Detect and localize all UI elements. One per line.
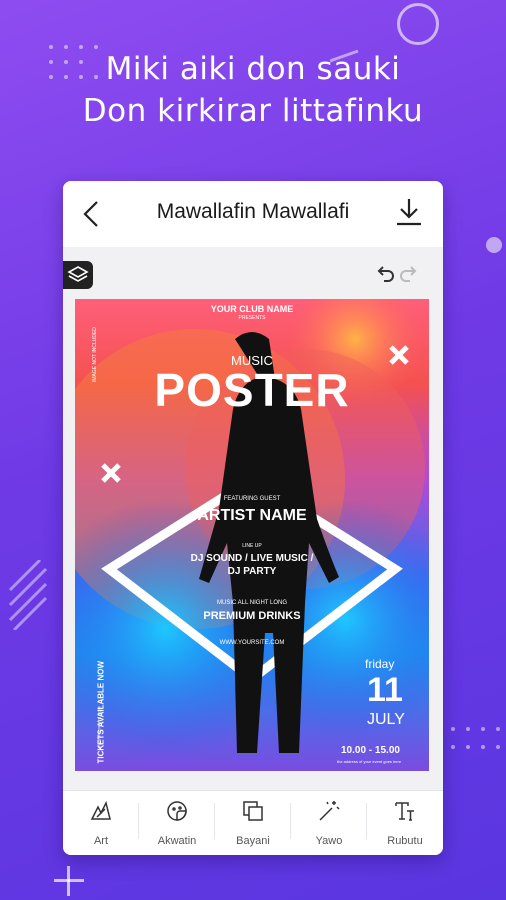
- tool-akwatin-label: Akwatin: [157, 835, 197, 847]
- undo-icon: [377, 266, 394, 282]
- poster-site: WWW.YOURSITE.COM: [219, 640, 285, 646]
- poster-tickets-site: WWW.YOURSITE.COM: [96, 706, 102, 750]
- poster-image-note: IMAGE NOT INCLUDED: [92, 327, 98, 382]
- text-icon: [395, 802, 414, 821]
- decor-dot: [486, 237, 502, 253]
- layers-button[interactable]: [63, 261, 93, 289]
- poster-time: 10.00 - 15.00: [341, 745, 400, 756]
- tool-bayani[interactable]: Bayani: [215, 791, 291, 855]
- layers-square-icon: [243, 801, 263, 821]
- poster-canvas[interactable]: YOUR CLUB NAME PRESENTS MUSIC POSTER FEA…: [75, 299, 429, 771]
- redo-icon: [400, 266, 417, 282]
- bottom-toolbar: Art Akwatin Bayani Yawo Rubutu: [63, 790, 443, 855]
- tool-rubutu-label: Rubutu: [387, 835, 423, 847]
- page-title: Mawallafin Mawallafi: [156, 200, 350, 223]
- poster-presents: PRESENTS: [238, 315, 266, 321]
- poster-title: POSTER: [154, 364, 350, 416]
- tool-art[interactable]: Art: [63, 791, 139, 855]
- poster-music-all-night: MUSIC ALL NIGHT LONG: [216, 600, 288, 606]
- redo-button[interactable]: [398, 263, 420, 285]
- poster-artist: ARTIST NAME: [197, 507, 307, 524]
- tool-rubutu[interactable]: Rubutu: [367, 791, 443, 855]
- decor-stripes: [8, 558, 48, 632]
- tool-akwatin[interactable]: Akwatin: [139, 791, 215, 855]
- poster-address: the address of your event goes here: [337, 759, 402, 764]
- brush-icon: [90, 800, 111, 820]
- tool-bayani-label: Bayani: [236, 835, 270, 847]
- poster-date: 11: [367, 671, 403, 709]
- sticker-icon: [167, 801, 187, 821]
- canvas-area: YOUR CLUB NAME PRESENTS MUSIC POSTER FEA…: [63, 247, 443, 790]
- decor-dots-right: [450, 725, 506, 755]
- layers-icon: [67, 266, 89, 282]
- poster-lineup-label: LINE UP: [242, 543, 262, 549]
- top-bar: Mawallafin Mawallafi: [63, 181, 443, 247]
- undo-button[interactable]: [374, 263, 396, 285]
- magic-wand-icon: [319, 801, 340, 821]
- headline-line1: Miki aiki don sauki: [105, 51, 401, 87]
- decor-circle-outline: [397, 3, 439, 45]
- poster-club-name: YOUR CLUB NAME: [210, 304, 294, 314]
- poster-month: JULY: [367, 711, 405, 728]
- download-icon: [397, 199, 421, 226]
- headline-line2: Don kirkirar littafinku: [82, 93, 424, 129]
- download-button[interactable]: [395, 197, 423, 227]
- poster-day: friday: [365, 657, 395, 671]
- poster-featuring: FEATURING GUEST: [223, 496, 281, 502]
- tool-yawo-label: Yawo: [315, 835, 343, 847]
- poster-lineup-acts2: DJ PARTY: [227, 566, 277, 577]
- editor-card: Mawallafin Mawallafi YOUR CLUB NAME PRES…: [63, 181, 443, 855]
- poster-drinks: PREMIUM DRINKS: [203, 610, 301, 622]
- tool-yawo[interactable]: Yawo: [291, 791, 367, 855]
- tool-art-label: Art: [93, 835, 109, 847]
- headline: Miki aiki don sauki Don kirkirar littafi…: [0, 48, 506, 132]
- poster-lineup-acts: DJ SOUND / LIVE MUSIC /: [190, 553, 314, 564]
- decor-plus-icon: [54, 866, 84, 896]
